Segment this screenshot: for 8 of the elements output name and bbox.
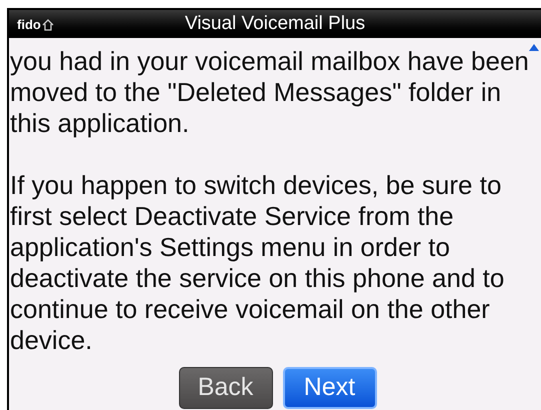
window-title: Visual Voicemail Plus xyxy=(184,12,366,36)
back-button[interactable]: Back xyxy=(178,367,272,409)
message-paragraph: If you happen to switch devices, be sure to first select Deactivate Service from the application's Settings menu in order to deactivate the service on this phone and to continue to receive voicemail on the other device. xyxy=(10,170,506,356)
message-paragraph: you had in your voicemail mailbox have been moved to the "Deleted Messages" folder in this application. xyxy=(10,46,530,139)
carrier-label: fido xyxy=(17,16,41,34)
home-icon xyxy=(42,18,54,31)
scroll-up-icon xyxy=(529,44,539,51)
next-button[interactable]: Next xyxy=(282,367,376,409)
